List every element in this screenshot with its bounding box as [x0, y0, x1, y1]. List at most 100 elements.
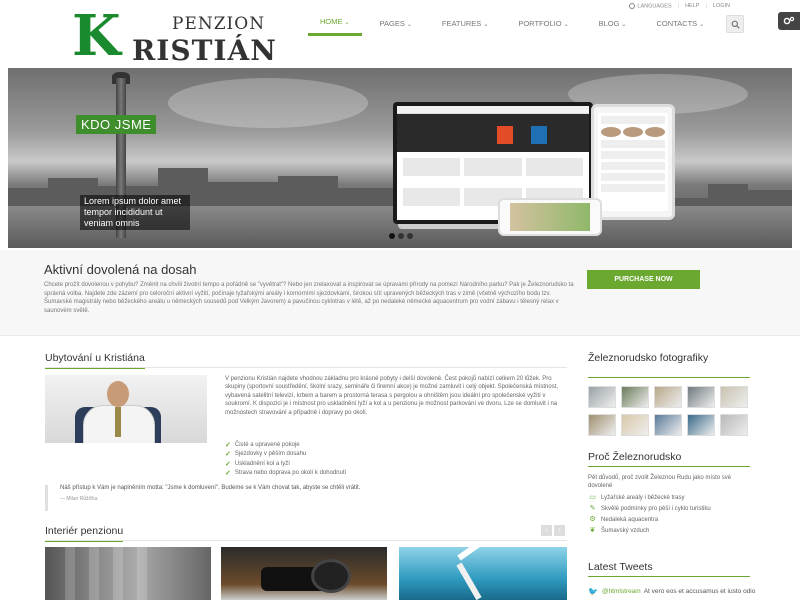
photo-thumbnail[interactable]: [654, 386, 682, 408]
promo-title: Aktivní dovolená na dosah: [44, 262, 197, 277]
chevron-down-icon: ⌄: [483, 21, 489, 28]
nav-label: PORTFOLIO: [518, 18, 562, 28]
check-icon: ✓: [225, 470, 231, 478]
amenity-item: ✓ Čisté a upravené pokoje: [225, 440, 346, 450]
tweet-text: At vero eos et accusamus et iusto odio: [643, 588, 756, 595]
photo-thumbnail[interactable]: [654, 414, 682, 436]
logo-penzion: PENZION: [172, 14, 266, 34]
search-icon: [731, 20, 740, 29]
photo-thumbnail[interactable]: [720, 386, 748, 408]
photo-thumbnails: [588, 386, 748, 436]
nav-item-contacts[interactable]: CONTACTS ⌄: [644, 14, 716, 35]
gallery-arrows: ‹ ›: [541, 525, 565, 536]
why-item: ❦ Šumavský vzduch: [588, 527, 743, 535]
divider: [45, 540, 567, 541]
nav-item-home[interactable]: HOME ⌄: [308, 12, 362, 36]
slider-dot[interactable]: [389, 233, 395, 239]
nav-label: PAGES: [379, 18, 405, 28]
tweet-handle[interactable]: @htmlstream: [602, 588, 641, 595]
globe-icon: [629, 3, 636, 9]
gallery-image-windmill[interactable]: [399, 547, 567, 600]
monitor-icon: ▭: [589, 494, 596, 501]
gallery-image-buildings[interactable]: [45, 547, 211, 600]
photo-thumbnail[interactable]: [621, 414, 649, 436]
gears-icon: [783, 16, 795, 25]
amenity-label: Čisté a upravené pokoje: [234, 441, 300, 448]
check-icon: ✓: [225, 460, 231, 468]
why-item-label: Šumavský vzduch: [601, 528, 650, 534]
nav-label: CONTACTS: [656, 18, 698, 28]
quote-text: Náš přístup k Vám je naplněním motta: "J…: [60, 485, 361, 491]
photo-thumbnail[interactable]: [588, 386, 616, 408]
why-item: ⚙ Nedaleká aquacentra: [588, 516, 743, 524]
search-button[interactable]: [726, 15, 745, 33]
divider: [45, 367, 567, 368]
help-link[interactable]: HELP: [685, 3, 699, 9]
tablet-mockup: [591, 104, 675, 220]
nav-item-portfolio[interactable]: PORTFOLIO ⌄: [506, 14, 580, 35]
main-nav: HOME ⌄ PAGES ⌄ FEATURES ⌄ PORTFOLIO ⌄ BLOG ⌄ CONTA…: [308, 12, 745, 36]
leaf-icon: ❦: [589, 527, 596, 534]
languages-link[interactable]: LANGUAGES: [629, 3, 672, 9]
nav-item-features[interactable]: FEATURES ⌄: [430, 14, 500, 35]
login-link[interactable]: LOGIN: [713, 3, 730, 9]
separator: |: [677, 3, 680, 10]
pencil-icon: ✎: [589, 505, 596, 512]
photo-thumbnail[interactable]: [621, 386, 649, 408]
divider: [588, 466, 750, 467]
twitter-icon: 🐦: [588, 587, 598, 596]
amenity-item: ✓ Sjezdovky v pěším dosahu: [225, 450, 346, 460]
nav-item-blog[interactable]: BLOG ⌄: [587, 14, 639, 35]
amenity-label: Uskladnění kol a lyží: [234, 460, 290, 467]
why-item-label: Skvělé podmínky pro pěší i cyklo turisti…: [601, 506, 711, 512]
why-list: ▭ Lyžařské areály i běžecké trasy ✎ Skvělé …: [588, 494, 743, 538]
why-item-label: Nedaleká aquacentra: [601, 517, 659, 523]
hero-slider[interactable]: KDO JSME Lorem ipsum dolor amet tempor i…: [8, 68, 792, 248]
purchase-button[interactable]: PURCHASE NOW: [587, 270, 700, 289]
divider: [588, 377, 750, 378]
slider-dot[interactable]: [398, 233, 404, 239]
chevron-down-icon: ⌄: [621, 21, 627, 28]
photo-thumbnail[interactable]: [687, 386, 715, 408]
top-links: LANGUAGES | HELP | LOGIN: [629, 3, 730, 9]
cloud: [168, 78, 368, 128]
prev-arrow-button[interactable]: ‹: [541, 525, 552, 536]
photo-thumbnail[interactable]: [720, 414, 748, 436]
why-title: Proč Železnorudsko: [588, 451, 682, 463]
site-header: K PENZION RISTIÁN LANGUAGES | HELP | LOG…: [0, 0, 800, 68]
nav-label: FEATURES: [441, 18, 482, 28]
html5-icon: [497, 126, 513, 144]
interior-title: Interiér penzionu: [45, 525, 124, 542]
next-arrow-button[interactable]: ›: [554, 525, 565, 536]
why-item: ✎ Skvělé podmínky pro pěší i cyklo turist…: [588, 505, 743, 513]
divider: [588, 576, 750, 577]
why-item: ▭ Lyžařské areály i běžecké trasy: [588, 494, 743, 502]
separator: |: [705, 3, 707, 10]
settings-button[interactable]: [778, 12, 800, 30]
amenity-label: Sjezdovky v pěším dosahu: [234, 451, 307, 458]
promo-section: Aktivní dovolená na dosah Chcete prožít …: [0, 250, 800, 336]
photo-thumbnail[interactable]: [588, 414, 616, 436]
chevron-down-icon: ⌄: [406, 21, 412, 28]
check-icon: ✓: [225, 441, 231, 449]
logo-kristian: RISTIÁN: [132, 34, 277, 67]
accommodation-title: Ubytování u Kristiána: [45, 352, 145, 369]
nav-item-pages[interactable]: PAGES ⌄: [368, 14, 424, 35]
check-icon: ✓: [225, 451, 231, 459]
nav-label: BLOG: [598, 18, 620, 28]
gallery-image-camera[interactable]: [221, 547, 387, 600]
slider-dots: [389, 233, 413, 239]
logo[interactable]: K PENZION RISTIÁN: [72, 8, 287, 67]
chevron-down-icon: ⌄: [344, 20, 350, 26]
promo-text: Chcete prožít dovolenou v pohybu? Změnit…: [44, 282, 574, 314]
hero-title: KDO JSME: [76, 115, 157, 134]
quote: Náš přístup k Vám je naplněním motta: "J…: [45, 485, 565, 511]
chevron-down-icon: ⌄: [563, 21, 569, 28]
slider-dot[interactable]: [407, 233, 413, 239]
nav-label: HOME: [320, 17, 343, 26]
photo-thumbnail[interactable]: [687, 414, 715, 436]
phone-mockup: [498, 198, 602, 236]
amenity-item: ✓ Uskladnění kol a lyží: [225, 459, 346, 469]
why-text: Pět důvodů, proč zvolit Železnou Rudu ja…: [588, 475, 732, 489]
amenity-item: ✓ Strava nebo doprava po okolí k dohodnut…: [225, 469, 346, 479]
